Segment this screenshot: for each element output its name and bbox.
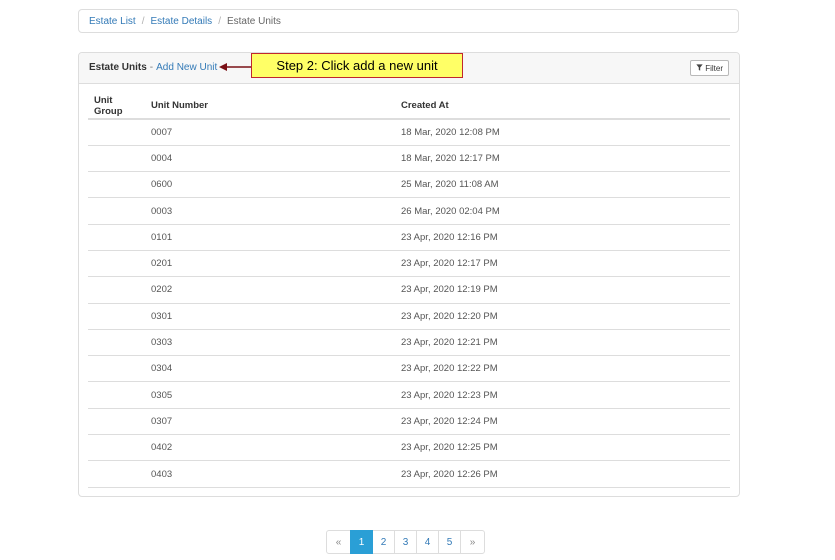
unit-group-cell	[88, 276, 145, 304]
unit-number-cell: 0402	[145, 434, 395, 462]
pagination-prev-button[interactable]: «	[326, 530, 351, 554]
unit-number-cell: 0303	[145, 329, 395, 357]
panel-title: Estate Units - Add New Unit	[89, 62, 217, 73]
created-at-cell: 23 Apr, 2020 12:23 PM	[395, 381, 730, 409]
created-at-cell: 23 Apr, 2020 12:19 PM	[395, 276, 730, 304]
step-callout: Step 2: Click add a new unit	[251, 53, 463, 78]
breadcrumb-separator: /	[218, 15, 221, 27]
page-button-1[interactable]: 1	[350, 530, 373, 554]
created-at-cell: 18 Mar, 2020 12:08 PM	[395, 119, 730, 146]
table-row: 0202 23 Apr, 2020 12:19 PM	[88, 276, 730, 304]
breadcrumb-estate-units: Estate Units	[226, 15, 281, 27]
unit-group-cell	[88, 303, 145, 330]
callout-text: Step 2: Click add a new unit	[276, 58, 438, 73]
table-row: 0004 18 Mar, 2020 12:17 PM	[88, 145, 730, 173]
unit-group-cell	[88, 381, 145, 409]
table-row: 0305 23 Apr, 2020 12:23 PM	[88, 381, 730, 409]
column-header-unit-number: Unit Number	[145, 93, 395, 120]
table-row: 0201 23 Apr, 2020 12:17 PM	[88, 250, 730, 278]
filter-button-label: Filter	[705, 63, 723, 73]
table-row: 0307 23 Apr, 2020 12:24 PM	[88, 408, 730, 436]
unit-group-cell	[88, 119, 145, 146]
created-at-cell: 23 Apr, 2020 12:16 PM	[395, 224, 730, 251]
arrow-left-icon	[219, 63, 251, 71]
unit-number-cell: 0307	[145, 408, 395, 436]
unit-group-cell	[88, 355, 145, 383]
created-at-cell: 23 Apr, 2020 12:21 PM	[395, 329, 730, 357]
unit-group-cell	[88, 145, 145, 173]
units-table: Unit Group Unit Number Created At 0007 18…	[88, 93, 730, 488]
table-row: 0003 26 Mar, 2020 02:04 PM	[88, 197, 730, 225]
unit-number-cell: 0004	[145, 145, 395, 173]
units-table-body: 0007 18 Mar, 2020 12:08 PM 0004 18 Mar, 202…	[88, 119, 730, 488]
created-at-cell: 25 Mar, 2020 11:08 AM	[395, 171, 730, 199]
created-at-cell: 23 Apr, 2020 12:22 PM	[395, 355, 730, 383]
table-row: 0403 23 Apr, 2020 12:26 PM	[88, 460, 730, 488]
unit-number-cell: 0600	[145, 171, 395, 199]
panel-title-separator: -	[149, 62, 154, 73]
page-button-4[interactable]: 4	[416, 530, 439, 554]
add-new-unit-link[interactable]: Add New Unit	[156, 62, 217, 73]
breadcrumb-separator: /	[141, 15, 145, 27]
unit-group-cell	[88, 460, 145, 488]
breadcrumb-estate-list[interactable]: Estate List	[89, 16, 136, 27]
page-button-3[interactable]: 3	[394, 530, 417, 554]
unit-number-cell: 0003	[145, 197, 395, 225]
pagination: « 1 2 3 4 5 »	[326, 530, 485, 554]
unit-group-cell	[88, 408, 145, 436]
table-row: 0600 25 Mar, 2020 11:08 AM	[88, 171, 730, 199]
created-at-cell: 23 Apr, 2020 12:17 PM	[395, 250, 730, 278]
unit-number-cell: 0403	[145, 460, 395, 488]
page-button-2[interactable]: 2	[372, 530, 395, 554]
filter-icon	[696, 63, 703, 73]
unit-number-cell: 0304	[145, 355, 395, 383]
created-at-cell: 23 Apr, 2020 12:24 PM	[395, 408, 730, 436]
created-at-cell: 26 Mar, 2020 02:04 PM	[395, 197, 730, 225]
breadcrumb: Estate List / Estate Details / Estate Un…	[78, 9, 739, 33]
unit-group-cell	[88, 434, 145, 462]
unit-group-cell	[88, 197, 145, 225]
page-button-5[interactable]: 5	[438, 530, 461, 554]
unit-group-cell	[88, 250, 145, 278]
unit-group-cell	[88, 224, 145, 251]
table-row: 0304 23 Apr, 2020 12:22 PM	[88, 355, 730, 383]
unit-number-cell: 0305	[145, 381, 395, 409]
unit-number-cell: 0201	[145, 250, 395, 278]
breadcrumb-estate-details[interactable]: Estate Details	[150, 16, 212, 27]
unit-group-cell	[88, 171, 145, 199]
table-row: 0303 23 Apr, 2020 12:21 PM	[88, 329, 730, 357]
unit-number-cell: 0101	[145, 224, 395, 251]
created-at-cell: 18 Mar, 2020 12:17 PM	[395, 145, 730, 173]
unit-number-cell: 0007	[145, 119, 395, 146]
unit-number-cell: 0301	[145, 303, 395, 330]
table-row: 0007 18 Mar, 2020 12:08 PM	[88, 119, 730, 146]
column-header-created-at: Created At	[395, 93, 730, 120]
filter-button[interactable]: Filter	[690, 60, 729, 76]
table-row: 0402 23 Apr, 2020 12:25 PM	[88, 434, 730, 462]
table-row: 0101 23 Apr, 2020 12:16 PM	[88, 224, 730, 251]
unit-number-cell: 0202	[145, 276, 395, 304]
pagination-next-button[interactable]: »	[460, 530, 485, 554]
created-at-cell: 23 Apr, 2020 12:20 PM	[395, 303, 730, 330]
table-row: 0301 23 Apr, 2020 12:20 PM	[88, 303, 730, 330]
table-header-row: Unit Group Unit Number Created At	[88, 93, 730, 120]
created-at-cell: 23 Apr, 2020 12:25 PM	[395, 434, 730, 462]
unit-group-cell	[88, 329, 145, 357]
created-at-cell: 23 Apr, 2020 12:26 PM	[395, 460, 730, 488]
column-header-unit-group: Unit Group	[88, 93, 145, 120]
panel-title-text: Estate Units	[89, 62, 147, 73]
